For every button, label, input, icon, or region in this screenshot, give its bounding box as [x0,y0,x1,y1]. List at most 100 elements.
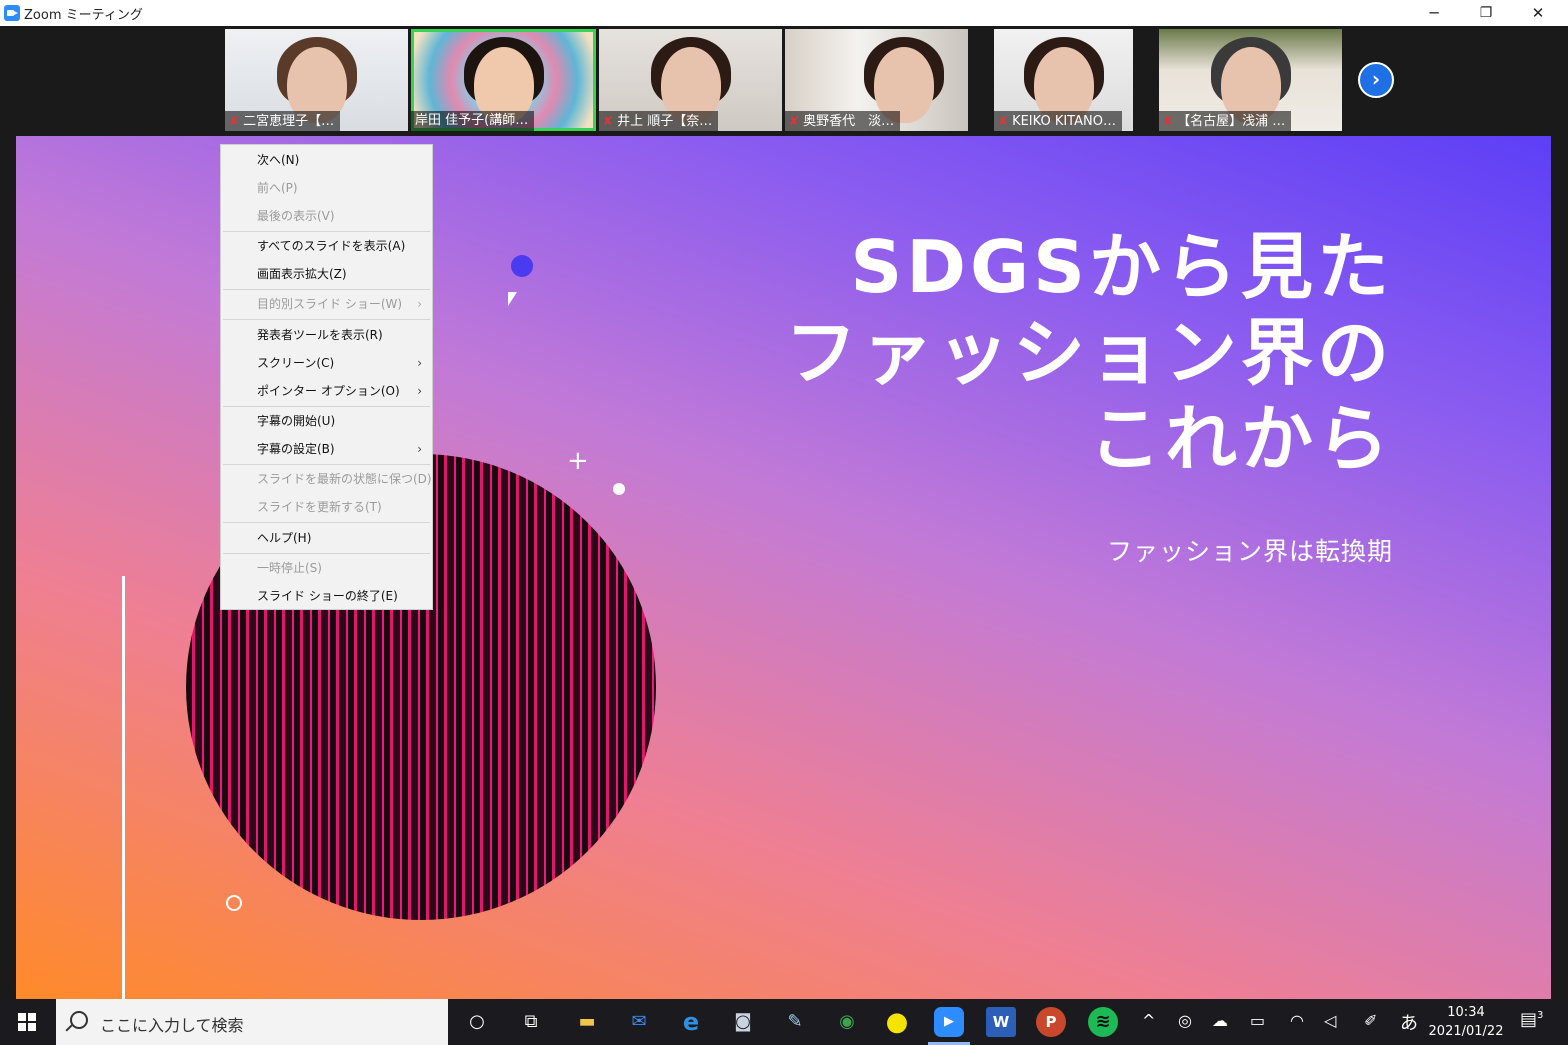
onedrive-icon[interactable]: ☁ [1212,1011,1228,1030]
start-button[interactable] [0,999,55,1045]
menu-separator [223,522,430,523]
slideshow-context-menu: 次へ(N) 前へ(P) 最後の表示(V) すべてのスライドを表示(A) 画面表示… [220,144,433,610]
windows-taskbar: ここに入力して検索 ○ ⧉ ▬ ✉ e ◙ ✎ ◉ ● ▶ W P ≋ ^ ◎ … [0,999,1568,1045]
windows-logo-icon [18,1013,36,1031]
menu-separator [223,406,430,407]
mic-muted-icon: ✘ [229,114,240,128]
menu-item-help[interactable]: ヘルプ(H) [221,527,432,549]
menu-item-label: ヘルプ(H) [257,531,312,545]
mic-muted-icon: ✘ [998,114,1009,128]
decorative-white-dot [613,483,625,495]
menu-item-label: スライドを最新の状態に保つ(D) [257,472,432,486]
sticky-notes-icon[interactable]: ● [882,1007,912,1037]
menu-item-label: ポインター オプション(O) [257,384,400,398]
menu-item-label: 発表者ツールを表示(R) [257,328,383,342]
submenu-arrow-icon: › [417,442,422,456]
menu-item-label: 最後の表示(V) [257,209,335,223]
menu-item-subtitle-settings[interactable]: 字幕の設定(B) › [221,438,432,460]
window-titlebar: Zoom ミーティング ─ ❐ ✕ [0,0,1568,26]
menu-item-label: 前へ(P) [257,181,298,195]
zoom-icon[interactable]: ▶ [928,1007,970,1045]
window-title: Zoom ミーティング [24,8,143,23]
volume-icon[interactable]: ◁ [1324,1011,1336,1030]
menu-item-update-slides[interactable]: スライドを更新する(T) [221,496,432,518]
submenu-arrow-icon: › [417,384,422,398]
mail-icon[interactable]: ✉ [624,1007,654,1037]
menu-item-label: 字幕の設定(B) [257,442,335,456]
menu-item-label: 一時停止(S) [257,561,322,575]
participant-tile[interactable]: ✘ 二宮恵理子【… [225,29,408,131]
decorative-ring [226,895,242,911]
participant-name: 二宮恵理子【… [243,114,335,129]
ime-indicator[interactable]: あ [1400,1009,1418,1035]
camera-icon[interactable]: ◙ [728,1007,758,1037]
meet-now-icon[interactable]: ◎ [1178,1011,1192,1030]
participant-tile-active-speaker[interactable]: 岸田 佳予子(講師… [411,29,596,131]
cortana-icon[interactable]: ○ [462,1007,492,1037]
participant-tile[interactable]: ✘ 井上 順子【奈… [599,29,782,131]
powerpoint-icon[interactable]: P [1036,1007,1066,1037]
taskbar-clock[interactable]: 10:34 2021/01/22 [1420,1003,1512,1041]
wifi-icon[interactable]: ◠ [1290,1011,1304,1030]
menu-item-end-show[interactable]: スライド ショーの終了(E) [221,585,432,607]
battery-icon[interactable]: ▭ [1250,1011,1265,1030]
zoom-app-icon [4,5,20,21]
menu-item-label: 次へ(N) [257,153,300,167]
menu-separator [223,553,430,554]
menu-item-custom-show[interactable]: 目的別スライド ショー(W) › [221,293,432,315]
menu-item-label: スライド ショーの終了(E) [257,589,398,603]
menu-item-label: 目的別スライド ショー(W) [257,297,403,311]
restore-button[interactable]: ❐ [1460,0,1512,26]
notification-center-icon[interactable]: ▤3 [1520,1009,1543,1030]
menu-item-label: 画面表示拡大(Z) [257,267,347,281]
menu-item-pointer-options[interactable]: ポインター オプション(O) › [221,380,432,402]
task-view-icon[interactable]: ⧉ [516,1007,546,1037]
participant-name: 【名古屋】浅浦 … [1177,114,1286,129]
participant-tile[interactable]: ✘ KEIKO KITANO… [994,29,1133,131]
decorative-line [122,576,125,1000]
menu-item-start-subtitles[interactable]: 字幕の開始(U) [221,410,432,432]
menu-item-pause[interactable]: 一時停止(S) [221,557,432,579]
chrome-icon[interactable]: ◉ [832,1007,862,1037]
edge-icon[interactable]: e [676,1007,706,1037]
menu-item-label: 字幕の開始(U) [257,414,336,428]
menu-item-label: スライドを更新する(T) [257,500,382,514]
taskbar-search-box[interactable]: ここに入力して検索 [56,999,448,1045]
search-placeholder: ここに入力して検索 [100,1016,244,1035]
participant-name: 岸田 佳予子(講師… [415,113,529,128]
mic-muted-icon: ✘ [1163,114,1174,128]
menu-item-presenter-view[interactable]: 発表者ツールを表示(R) [221,324,432,346]
pen-icon[interactable]: ✐ [1364,1011,1377,1030]
participant-video-strip: ✘ 二宮恵理子【… 岸田 佳予子(講師… ✘ 井上 順子【奈… ✘ 奥野香代 淡… ✘… [0,26,1568,136]
close-button[interactable]: ✕ [1512,0,1564,26]
menu-separator [223,289,430,290]
clock-time: 10:34 [1447,1005,1485,1020]
chevron-up-icon[interactable]: ^ [1142,1011,1155,1030]
file-explorer-icon[interactable]: ▬ [572,1007,602,1037]
next-participants-button[interactable]: › [1358,62,1394,98]
menu-item-last-viewed[interactable]: 最後の表示(V) [221,205,432,227]
mic-muted-icon: ✘ [603,114,614,128]
participant-tile[interactable]: ✘ 奥野香代 淡… [785,29,968,131]
menu-item-zoom-in[interactable]: 画面表示拡大(Z) [221,263,432,285]
spotify-icon[interactable]: ≋ [1088,1007,1118,1037]
participant-name: KEIKO KITANO… [1012,114,1116,129]
menu-item-label: スクリーン(C) [257,356,335,370]
menu-item-label: すべてのスライドを表示(A) [257,239,406,253]
menu-item-screen[interactable]: スクリーン(C) › [221,352,432,374]
menu-item-see-all-slides[interactable]: すべてのスライドを表示(A) [221,235,432,257]
paint-icon[interactable]: ✎ [780,1007,810,1037]
word-icon[interactable]: W [986,1007,1016,1037]
submenu-arrow-icon: › [417,356,422,370]
search-icon [70,1011,88,1029]
slide-subtitle: ファッション界は転換期 [1106,537,1393,566]
minimize-button[interactable]: ─ [1408,0,1460,26]
chevron-right-icon: › [1371,67,1381,91]
menu-item-previous[interactable]: 前へ(P) [221,177,432,199]
mouse-cursor-icon [508,292,517,306]
participant-tile[interactable]: ✘ 【名古屋】浅浦 … [1159,29,1342,131]
participant-name: 奥野香代 淡… [803,114,895,129]
submenu-arrow-icon: › [417,297,422,311]
menu-item-keep-slides-updated[interactable]: スライドを最新の状態に保つ(D) [221,468,432,490]
menu-item-next[interactable]: 次へ(N) [221,149,432,171]
